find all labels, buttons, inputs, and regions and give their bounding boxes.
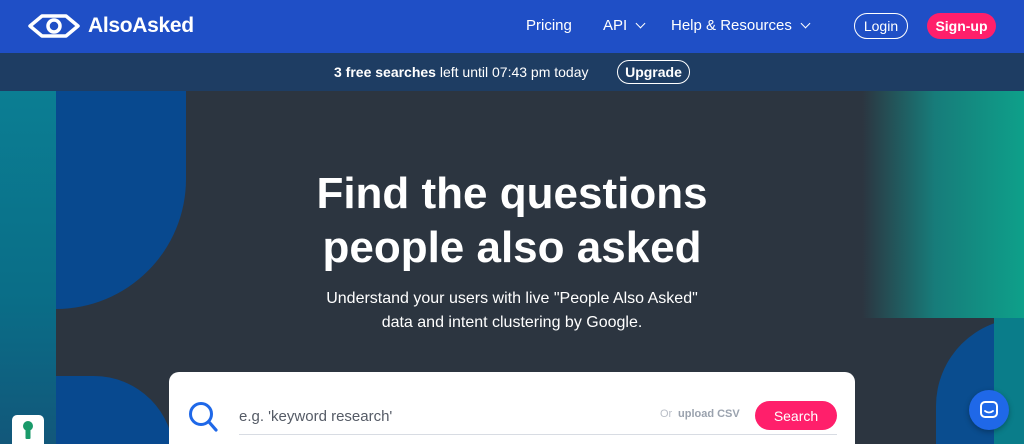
chevron-down-icon	[800, 18, 811, 29]
nav-pricing[interactable]: Pricing	[526, 17, 572, 34]
keyhole-icon	[23, 420, 33, 439]
search-button[interactable]: Search	[755, 401, 837, 430]
chat-icon	[980, 401, 998, 418]
search-card: Or upload CSV Search	[169, 372, 855, 444]
eye-logo-icon	[28, 14, 80, 38]
brand-logo[interactable]: AlsoAsked	[28, 12, 194, 40]
chevron-down-icon	[635, 18, 646, 29]
hero-title-line-1: Find the questions	[316, 169, 708, 218]
search-underline	[239, 434, 837, 435]
free-searches-banner: 3 free searches left until 07:43 pm toda…	[0, 53, 1024, 91]
hero-section: Find the questions people also asked Und…	[0, 91, 1024, 444]
cookie-settings-button[interactable]	[12, 415, 44, 444]
upload-csv-link[interactable]: upload CSV	[678, 408, 740, 420]
signup-button[interactable]: Sign-up	[927, 13, 996, 39]
decor-shape	[862, 91, 1024, 318]
decor-shape	[56, 376, 174, 444]
nav-help-label: Help & Resources	[671, 17, 792, 34]
nav-api[interactable]: API	[603, 17, 646, 34]
hero-title-line-2: people also asked	[322, 223, 702, 272]
hero-subtitle-line-1: Understand your users with live "People …	[326, 290, 698, 307]
top-navigation: AlsoAsked Pricing API Help & Resources L…	[0, 0, 1024, 53]
brand-name: AlsoAsked	[88, 14, 194, 37]
or-label: Or	[660, 408, 673, 420]
decor-shape	[0, 91, 56, 444]
nav-api-label: API	[603, 17, 628, 34]
nav-pricing-label: Pricing	[526, 17, 572, 34]
search-input[interactable]	[239, 401, 639, 431]
hero-title: Find the questions people also asked	[280, 167, 744, 275]
decor-shape	[56, 91, 186, 309]
upgrade-button[interactable]: Upgrade	[617, 60, 690, 84]
search-icon	[189, 402, 218, 432]
chat-launcher-button[interactable]	[969, 390, 1009, 430]
searches-remaining-text: left until 07:43 pm today	[435, 64, 589, 80]
hero-subtitle: Understand your users with live "People …	[290, 287, 734, 335]
searches-count: 3 free searches	[334, 64, 436, 80]
nav-help-resources[interactable]: Help & Resources	[671, 17, 811, 34]
banner-text: 3 free searches left until 07:43 pm toda…	[334, 64, 589, 80]
login-button[interactable]: Login	[854, 13, 908, 39]
hero-subtitle-line-2: data and intent clustering by Google.	[381, 314, 643, 331]
